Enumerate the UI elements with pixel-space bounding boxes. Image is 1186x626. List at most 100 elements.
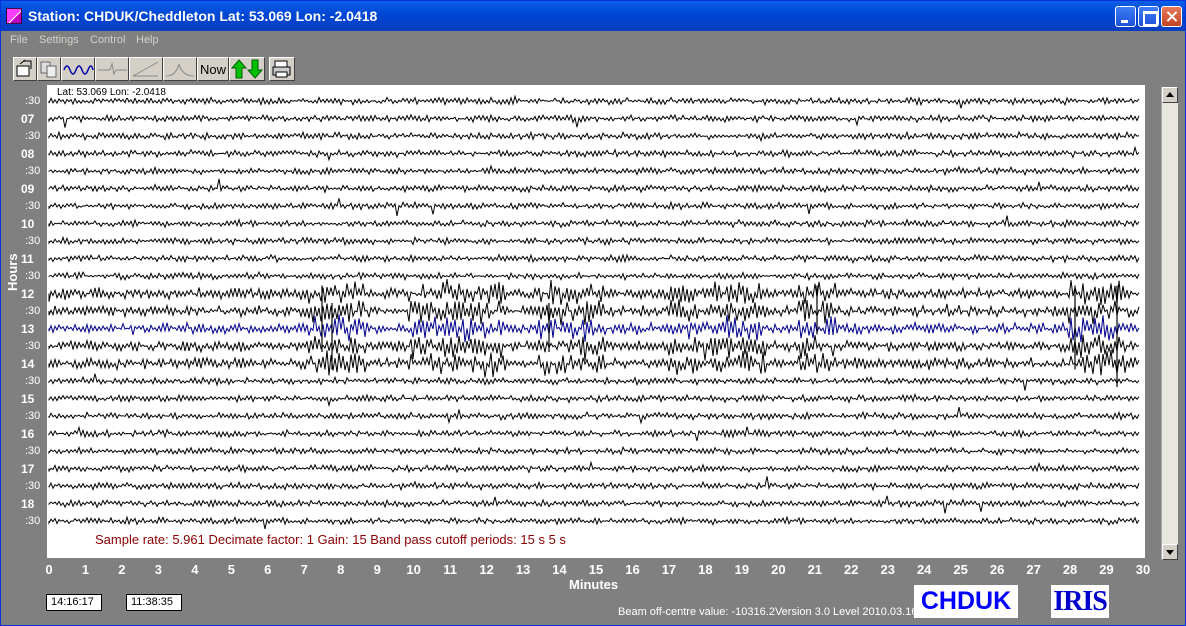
scroll-up-icon[interactable] [1162,87,1178,103]
trace-line [48,253,1140,264]
trace-line [48,334,1140,361]
minute-label: 10 [406,562,421,577]
seismogram-plot[interactable]: Lat: 53.069 Lon: -2.0418 Sample rate: 5.… [47,85,1145,558]
minute-label: 9 [373,562,381,577]
trace-line [48,460,1140,474]
window-title: Station: CHDUK/Cheddleton Lat: 53.069 Lo… [28,8,378,24]
trace-line [48,515,1140,530]
flatline-icon[interactable] [95,57,129,81]
minute-label: 14 [552,562,567,577]
beam-status-text: Beam off-centre value: -10316.2Version 3… [618,606,918,618]
app-icon [6,8,22,24]
half-hour-label: :30 [25,445,41,457]
title-bar[interactable]: Station: CHDUK/Cheddleton Lat: 53.069 Lo… [1,1,1185,31]
minute-label: 3 [154,562,162,577]
minute-label: 2 [118,562,126,577]
minute-label: 16 [625,562,640,577]
trace-line [48,495,1140,514]
minute-label: 12 [479,562,494,577]
waveform-icon[interactable] [61,57,95,81]
minute-label: 1 [81,562,90,577]
app-window: Station: CHDUK/Cheddleton Lat: 53.069 Lo… [0,0,1186,626]
minute-label: 25 [953,562,968,577]
trace-line [48,314,1140,343]
minute-label: 11 [443,562,457,577]
minimize-button[interactable] [1115,6,1136,27]
minute-label: 18 [698,562,713,577]
minute-label: 23 [880,562,895,577]
toolbar: Now [1,51,1185,85]
maximize-button[interactable] [1138,6,1159,27]
minute-label: 13 [515,562,531,577]
trace-line [48,445,1140,457]
hour-label: 13 [21,322,35,336]
half-hour-label: :30 [25,305,41,317]
hour-label: 17 [21,462,35,476]
trace-line [48,164,1140,177]
iris-logo: IRIS [1051,585,1109,618]
minute-label: 20 [771,562,786,577]
trace-line [48,113,1140,128]
menu-bar: File Settings Control Help [1,31,1185,51]
minute-label: 17 [661,562,677,577]
hour-label: 18 [21,497,35,511]
hour-label: 09 [21,182,35,196]
minute-label: 8 [337,562,345,577]
menu-file[interactable]: File [10,34,28,46]
trace-line [48,130,1140,143]
half-hour-label: :30 [25,200,41,212]
trace-line [48,392,1140,408]
time-display-2: 11:38:35 [126,594,182,611]
hour-label: 07 [21,112,35,126]
time-display-1: 14:16:17 [46,594,102,611]
trace-line [48,215,1140,229]
menu-control[interactable]: Control [90,34,125,46]
minute-label: 15 [588,562,604,577]
minute-label: 26 [989,562,1005,577]
station-logo: CHDUK [914,585,1018,618]
up-down-arrows-icon[interactable] [229,57,265,81]
vertical-scrollbar[interactable] [1161,87,1178,560]
close-button[interactable] [1161,6,1182,27]
menu-settings[interactable]: Settings [39,34,79,46]
ramp-icon[interactable] [129,57,163,81]
sample-info: Sample rate: 5.961 Decimate factor: 1 Ga… [95,532,566,547]
open-file-icon[interactable] [13,57,37,81]
half-hour-label: :30 [25,480,41,492]
hour-label: 15 [21,392,35,406]
print-icon[interactable] [269,57,295,81]
minute-label: 4 [191,562,199,577]
half-hour-label: :30 [25,375,41,387]
half-hour-label: :30 [25,235,41,247]
scroll-down-icon[interactable] [1162,544,1178,560]
minute-label: 24 [916,562,932,577]
trace-line [48,350,1140,378]
trace-line [48,235,1140,247]
trace-line [48,425,1140,442]
half-hour-label: :30 [25,270,41,282]
pulse-icon[interactable] [163,57,197,81]
trace-line [48,198,1140,216]
half-hour-label: :30 [25,95,41,107]
copy-icon[interactable] [37,57,61,81]
minute-label: 22 [844,562,859,577]
half-hour-label: :30 [25,410,41,422]
trace-line [48,178,1140,194]
trace-line [48,279,1140,306]
minute-label: 27 [1026,562,1041,577]
now-button[interactable]: Now [197,57,229,81]
latlon-label: Lat: 53.069 Lon: -2.0418 [57,87,166,98]
minute-label: 30 [1135,562,1151,577]
y-axis-title: Hours [5,253,20,291]
hour-label: 08 [21,147,35,161]
minute-label: 19 [734,562,750,577]
x-axis-title: Minutes [569,577,619,592]
minute-label: 0 [45,562,53,577]
trace-line [48,373,1140,391]
half-hour-label: :30 [25,165,41,177]
half-hour-label: :30 [25,340,41,352]
menu-help[interactable]: Help [136,34,159,46]
trace-line [48,299,1140,326]
hour-label: 10 [21,217,35,231]
hour-label: 11 [21,252,34,266]
